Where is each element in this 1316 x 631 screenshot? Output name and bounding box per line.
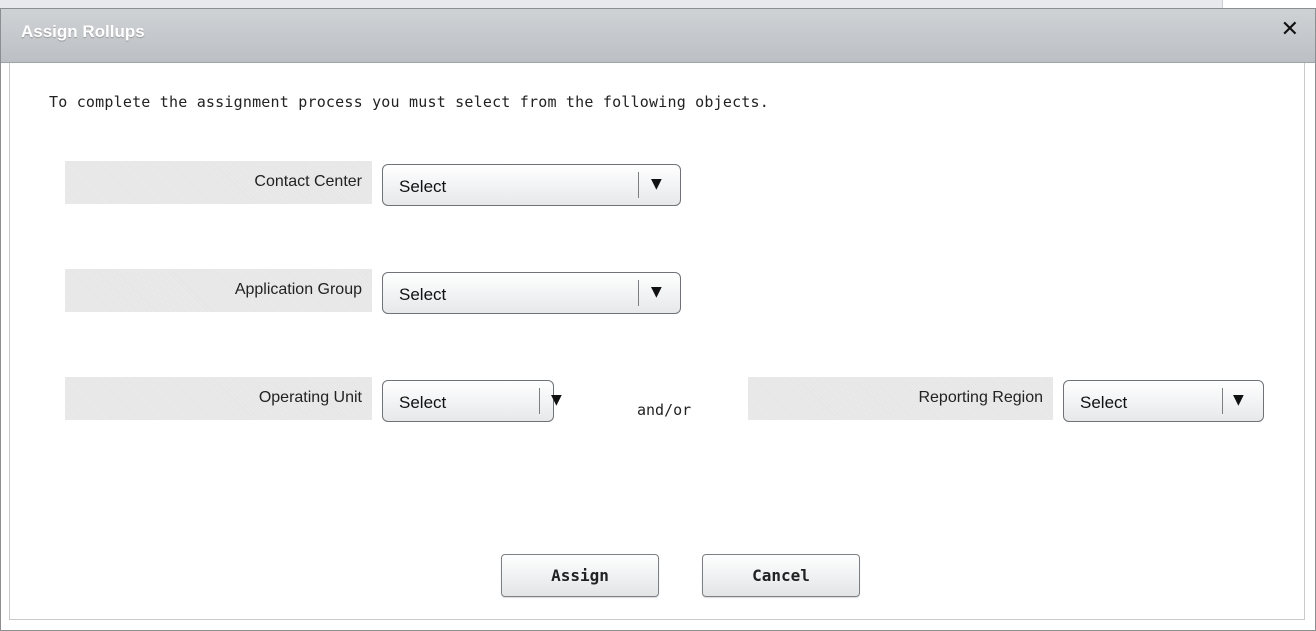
application-group-label: Application Group (65, 269, 372, 312)
chevron-down-icon: ▼ (551, 392, 562, 408)
dialog-content: To complete the assignment process you m… (9, 63, 1305, 620)
select-divider (539, 388, 540, 414)
contact-center-label: Contact Center (65, 161, 372, 204)
reporting-region-select[interactable]: Select ▼ (1063, 380, 1264, 422)
application-group-select[interactable]: Select ▼ (382, 272, 681, 314)
chevron-down-icon: ▼ (1233, 392, 1244, 408)
contact-center-select-value: Select (399, 177, 447, 196)
and-or-connector: and/or (637, 401, 692, 419)
select-divider (638, 172, 639, 198)
contact-center-select[interactable]: Select ▼ (382, 164, 681, 206)
instruction-text: To complete the assignment process you m… (49, 93, 769, 111)
dialog-title: Assign Rollups (21, 22, 145, 41)
assign-button[interactable]: Assign (501, 554, 659, 597)
operating-unit-select[interactable]: Select ▼ (382, 380, 562, 422)
cancel-button[interactable]: Cancel (702, 554, 860, 597)
reporting-region-select-value: Select (1080, 393, 1128, 412)
operating-unit-label: Operating Unit (65, 377, 372, 420)
chevron-down-icon: ▼ (651, 176, 662, 192)
reporting-region-label: Reporting Region (748, 377, 1053, 420)
operating-unit-select-value: Select (399, 393, 447, 412)
dialog-titlebar: Assign Rollups ✕ (1, 9, 1315, 63)
select-divider (1222, 388, 1223, 414)
select-divider (638, 280, 639, 306)
assign-rollups-dialog: Assign Rollups ✕ To complete the assignm… (0, 8, 1316, 631)
application-group-select-value: Select (399, 285, 447, 304)
chevron-down-icon: ▼ (651, 284, 662, 300)
close-icon[interactable]: ✕ (1281, 19, 1299, 41)
